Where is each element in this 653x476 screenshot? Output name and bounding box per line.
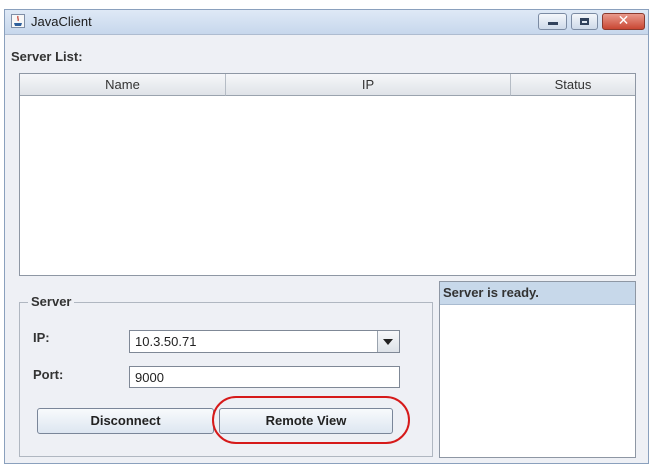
status-header: Server is ready. bbox=[440, 282, 635, 305]
status-message: Server is ready. bbox=[443, 285, 539, 300]
ip-value: 10.3.50.71 bbox=[135, 334, 197, 349]
java-app-icon bbox=[11, 14, 25, 28]
minimize-icon bbox=[548, 22, 558, 25]
chevron-down-icon[interactable] bbox=[377, 331, 399, 352]
maximize-icon bbox=[580, 18, 589, 25]
minimize-button[interactable] bbox=[538, 13, 567, 30]
port-label: Port: bbox=[33, 367, 64, 382]
port-value: 9000 bbox=[135, 370, 164, 385]
server-list-table[interactable]: Name IP Status bbox=[19, 73, 636, 276]
column-header-name[interactable]: Name bbox=[20, 74, 226, 96]
close-button[interactable]: ✕ bbox=[602, 13, 645, 30]
title-bar[interactable]: JavaClient ✕ bbox=[5, 10, 648, 35]
disconnect-button[interactable]: Disconnect bbox=[37, 408, 214, 434]
close-icon: ✕ bbox=[617, 13, 630, 29]
maximize-button[interactable] bbox=[571, 13, 598, 30]
status-panel: Server is ready. bbox=[439, 281, 636, 458]
remote-view-button[interactable]: Remote View bbox=[219, 408, 393, 434]
port-field[interactable]: 9000 bbox=[129, 366, 400, 388]
ip-label: IP: bbox=[33, 330, 50, 345]
column-header-ip[interactable]: IP bbox=[226, 74, 511, 96]
column-header-status[interactable]: Status bbox=[511, 74, 635, 96]
table-header: Name IP Status bbox=[20, 74, 635, 97]
window-title: JavaClient bbox=[31, 14, 92, 29]
server-list-label: Server List: bbox=[11, 49, 83, 64]
ip-combobox[interactable]: 10.3.50.71 bbox=[129, 330, 400, 353]
server-group-title: Server bbox=[28, 294, 75, 309]
